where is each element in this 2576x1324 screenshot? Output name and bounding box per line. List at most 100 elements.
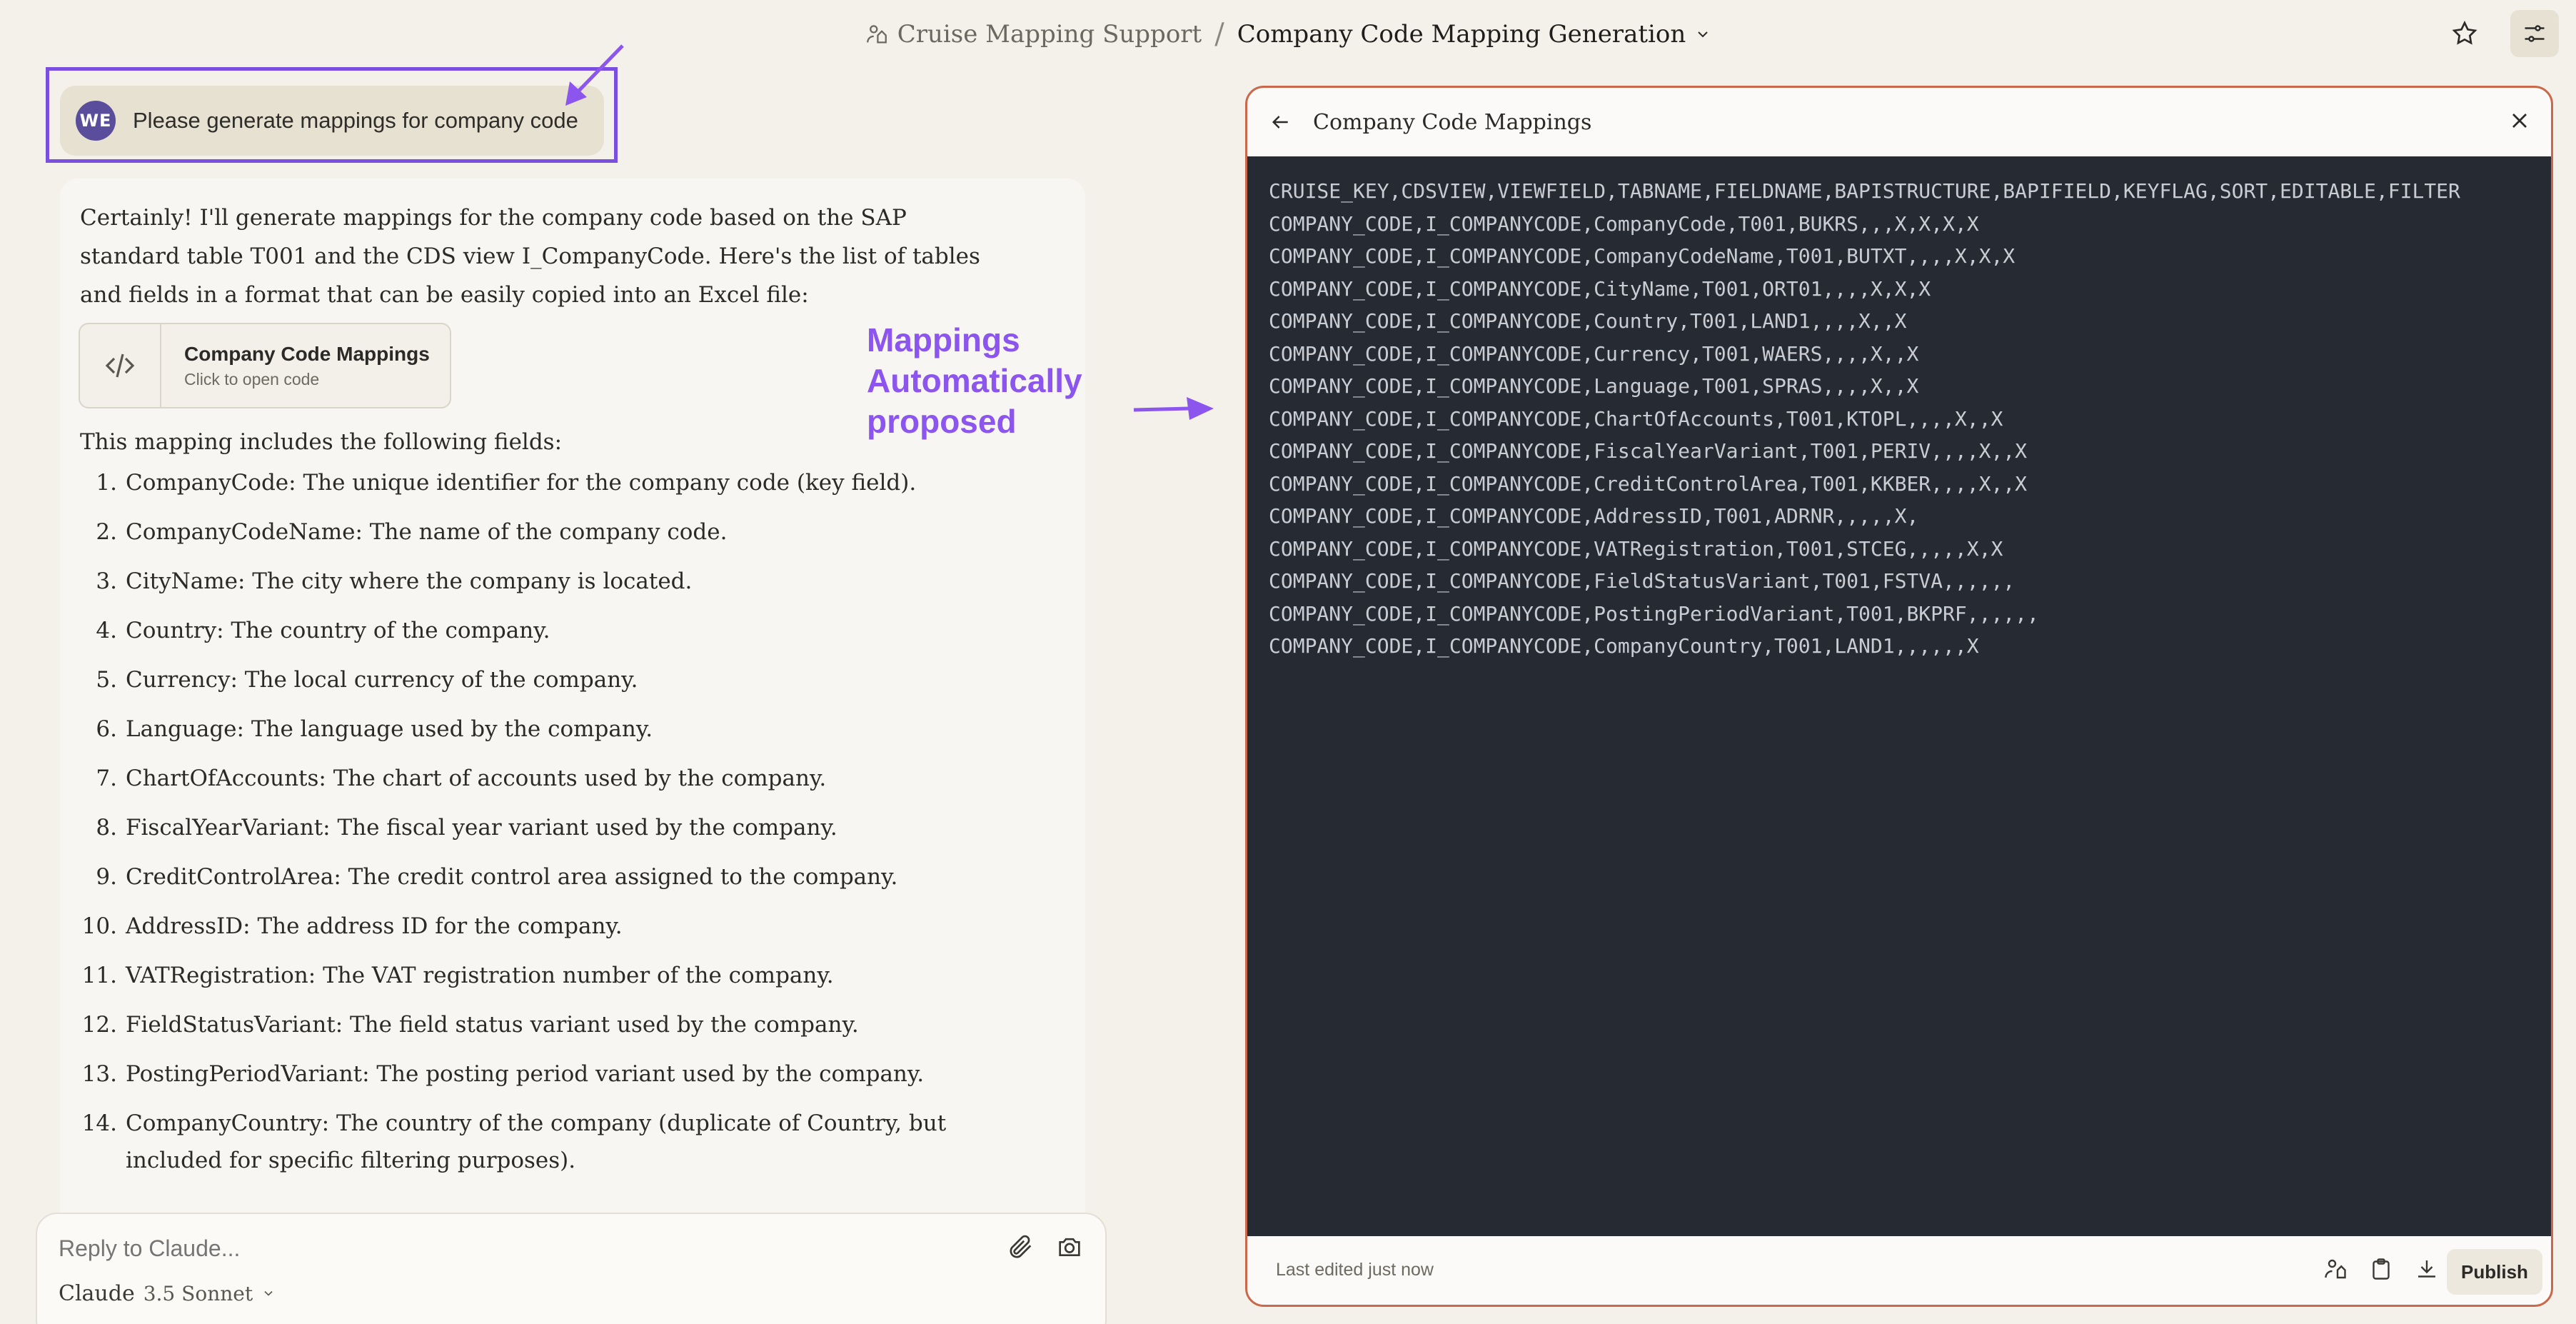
code-line: COMPANY_CODE,I_COMPANYCODE,AddressID,T00…	[1269, 504, 1919, 528]
list-item-text: Country: The country of the company.	[126, 618, 550, 643]
artifact-card[interactable]: Company Code Mappings Click to open code	[79, 323, 451, 408]
list-item-text: Currency: The local currency of the comp…	[126, 667, 638, 693]
code-line: CRUISE_KEY,CDSVIEW,VIEWFIELD,TABNAME,FIE…	[1269, 179, 2460, 203]
chevron-down-icon	[1698, 31, 1708, 38]
list-item: 7. ChartOfAccounts: The chart of accounts…	[80, 760, 1008, 797]
share-project-icon[interactable]	[2323, 1256, 2348, 1282]
list-item: 12. FieldStatusVariant: The field status …	[80, 1006, 1008, 1043]
chevron-down-icon	[264, 1290, 273, 1296]
back-arrow-icon[interactable]	[1269, 111, 1292, 134]
code-line: COMPANY_CODE,I_COMPANYCODE,CityName,T001…	[1269, 276, 1931, 301]
user-message: WE Please generate mappings for company …	[60, 86, 604, 156]
user-message-text: Please generate mappings for company cod…	[133, 108, 578, 133]
list-item: 8. FiscalYearVariant: The fiscal year var…	[80, 809, 1008, 846]
project-name: Cruise Mapping Support	[897, 20, 1202, 49]
annotation-arrow-right-icon	[1133, 397, 1214, 420]
artifact-panel-header: Company Code Mappings	[1247, 88, 2551, 156]
code-view[interactable]: CRUISE_KEY,CDSVIEW,VIEWFIELD,TABNAME,FIE…	[1247, 156, 2551, 1236]
list-item-text: CreditControlArea: The credit control ar…	[126, 864, 898, 890]
list-item-text: FieldStatusVariant: The field status var…	[126, 1012, 859, 1038]
list-item-text: VATRegistration: The VAT registration nu…	[126, 963, 834, 988]
list-item-number: 1.	[96, 470, 117, 496]
project-icon	[866, 25, 887, 44]
list-item-number: 12.	[81, 1012, 117, 1038]
artifact-icon-cell	[80, 324, 161, 407]
code-line: COMPANY_CODE,I_COMPANYCODE,Country,T001,…	[1269, 309, 1907, 333]
artifact-panel-footer: Last edited just now Publish	[1247, 1235, 2551, 1305]
annotation-arrow-icon	[565, 44, 624, 106]
list-item-number: 4.	[96, 618, 117, 643]
list-item: 13. PostingPeriodVariant: The posting per…	[80, 1055, 1008, 1093]
artifact-panel-title: Company Code Mappings	[1313, 109, 1592, 135]
list-item-text: CompanyCountry: The country of the compa…	[126, 1110, 947, 1173]
list-item-number: 7.	[96, 766, 117, 791]
code-line: COMPANY_CODE,I_COMPANYCODE,FiscalYearVar…	[1269, 439, 2028, 463]
fields-intro: This mapping includes the following fiel…	[80, 429, 563, 455]
code-line: COMPANY_CODE,I_COMPANYCODE,PostingPeriod…	[1269, 601, 2039, 626]
code-line: COMPANY_CODE,I_COMPANYCODE,FieldStatusVa…	[1269, 569, 2016, 593]
code-icon	[105, 353, 135, 378]
list-item-number: 2.	[96, 519, 117, 545]
annotation-callout: Mappings Automatically proposed	[867, 321, 1082, 440]
code-line: COMPANY_CODE,I_COMPANYCODE,CompanyCodeNa…	[1269, 244, 2016, 268]
list-item-number: 9.	[96, 864, 117, 890]
list-item: 2. CompanyCodeName: The name of the compa…	[80, 513, 1008, 551]
artifact-meta: Company Code Mappings Click to open code	[161, 324, 430, 407]
list-item: 1. CompanyCode: The unique identifier for…	[80, 464, 1008, 501]
artifact-actions	[2323, 1256, 2440, 1282]
breadcrumb-project[interactable]: Cruise Mapping Support	[865, 20, 1202, 49]
reply-box	[36, 1213, 1107, 1324]
list-item-number: 6.	[96, 716, 117, 742]
code-line: COMPANY_CODE,I_COMPANYCODE,CompanyCountr…	[1269, 634, 1979, 658]
last-edited-status: Last edited just now	[1276, 1259, 1434, 1280]
sliders-icon	[2525, 25, 2545, 42]
list-item: 9. CreditControlArea: The credit control …	[80, 858, 1008, 896]
settings-button[interactable]	[2510, 10, 2559, 57]
list-item-text: Language: The language used by the compa…	[126, 716, 653, 742]
code-line: COMPANY_CODE,I_COMPANYCODE,Language,T001…	[1269, 374, 1919, 398]
clipboard-icon[interactable]	[2368, 1256, 2394, 1282]
list-item: 5. Currency: The local currency of the co…	[80, 661, 1008, 698]
breadcrumb: Cruise Mapping Support / Company Code Ma…	[865, 18, 1712, 51]
assistant-intro: Certainly! I'll generate mappings for th…	[80, 205, 980, 308]
list-item-number: 3.	[96, 568, 117, 594]
list-item-number: 5.	[96, 667, 117, 693]
reply-input[interactable]	[59, 1233, 987, 1264]
code-line: COMPANY_CODE,I_COMPANYCODE,Currency,T001…	[1269, 341, 1919, 366]
artifact-subtitle: Click to open code	[184, 369, 320, 388]
list-item-text: CityName: The city where the company is …	[126, 568, 693, 594]
field-list: 1. CompanyCode: The unique identifier for…	[80, 464, 1008, 1191]
breadcrumb-separator: /	[1214, 18, 1224, 51]
list-item-number: 8.	[96, 815, 117, 841]
header-actions	[2440, 10, 2559, 57]
star-button[interactable]	[2440, 10, 2489, 57]
publish-button[interactable]: Publish	[2447, 1249, 2542, 1295]
list-item-number: 13.	[81, 1061, 117, 1087]
list-item-number: 10.	[81, 913, 117, 939]
artifact-panel: Company Code Mappings CRUISE_KEY,CDSVIEW…	[1245, 86, 2553, 1307]
star-icon	[2452, 20, 2477, 45]
code-line: COMPANY_CODE,I_COMPANYCODE,CreditControl…	[1269, 471, 2028, 496]
list-item-text: AddressID: The address ID for the compan…	[126, 913, 623, 939]
model-selector[interactable]: Claude 3.5 Sonnet	[59, 1281, 276, 1306]
code-line: COMPANY_CODE,I_COMPANYCODE,VATRegistrati…	[1269, 536, 2003, 561]
model-name: 3.5 Sonnet	[143, 1282, 253, 1305]
list-item-number: 14.	[81, 1110, 117, 1136]
download-icon[interactable]	[2414, 1256, 2440, 1282]
list-item: 11. VATRegistration: The VAT registration…	[80, 957, 1008, 994]
top-header: Cruise Mapping Support / Company Code Ma…	[0, 0, 2576, 69]
list-item-number: 11.	[81, 963, 117, 988]
list-item: 10. AddressID: The address ID for the com…	[80, 908, 1008, 945]
paperclip-icon[interactable]	[1007, 1233, 1035, 1261]
close-icon[interactable]	[2507, 108, 2532, 134]
list-item: 3. CityName: The city where the company i…	[80, 563, 1008, 600]
artifact-title: Company Code Mappings	[184, 342, 430, 365]
reply-actions	[1007, 1233, 1084, 1261]
avatar: WE	[76, 101, 116, 141]
list-item-text: ChartOfAccounts: The chart of accounts u…	[126, 766, 827, 791]
list-item-text: PostingPeriodVariant: The posting period…	[126, 1061, 925, 1087]
list-item-text: FiscalYearVariant: The fiscal year varia…	[126, 815, 837, 841]
camera-icon[interactable]	[1055, 1233, 1084, 1261]
conversation-title[interactable]: Company Code Mapping Generation	[1237, 20, 1712, 49]
list-item: 14. CompanyCountry: The country of the co…	[80, 1105, 1008, 1179]
